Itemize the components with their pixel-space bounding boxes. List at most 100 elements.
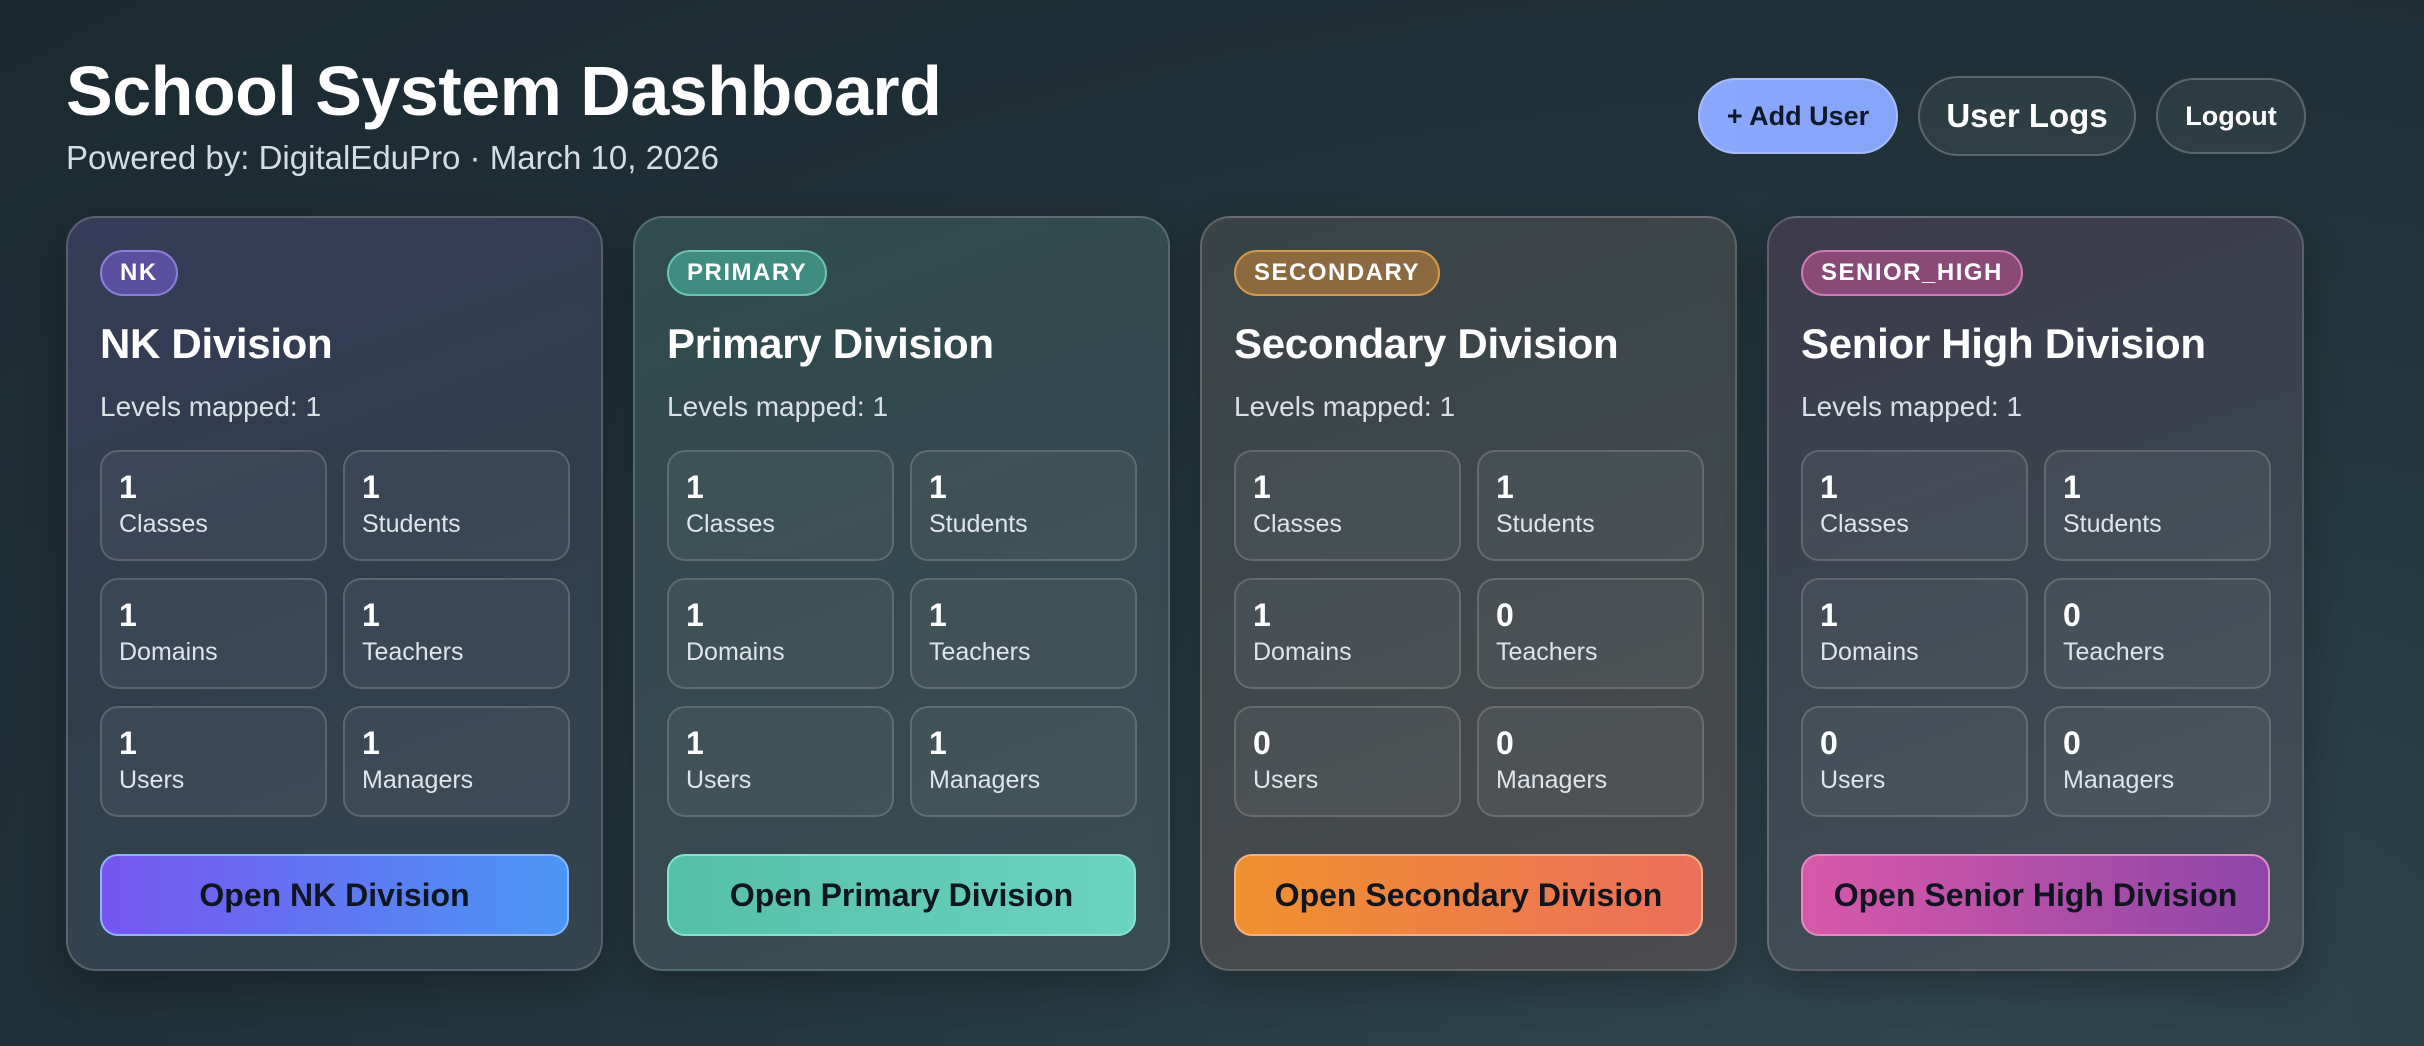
logout-button[interactable]: Logout — [2156, 78, 2306, 154]
stat-label: Managers — [929, 766, 1041, 794]
stat-value: 0 — [1496, 597, 1514, 633]
open-secondary-division-button[interactable]: Open Secondary Division — [1234, 854, 1703, 936]
header-actions: + Add User User Logs Logout — [1698, 76, 2306, 156]
levels-mapped: Levels mapped: 1 — [1801, 391, 2023, 422]
stat-label: Classes — [686, 510, 775, 538]
division-title: Primary Division — [667, 320, 994, 367]
stat-value: 1 — [686, 725, 704, 761]
stat-classes: 1 Classes — [100, 450, 327, 561]
stat-label: Classes — [1820, 510, 1909, 538]
division-cards: NK NK Division Levels mapped: 1 1 Classe… — [66, 216, 2304, 971]
stat-value: 1 — [929, 469, 947, 505]
stat-label: Teachers — [1496, 638, 1598, 666]
division-badge: NK — [100, 250, 178, 296]
division-title: NK Division — [100, 320, 333, 367]
levels-mapped: Levels mapped: 1 — [1234, 391, 1456, 422]
stat-managers: 0 Managers — [2044, 706, 2271, 817]
user-logs-button[interactable]: User Logs — [1918, 76, 2136, 156]
stats-grid: 1 Classes 1 Students 1 Domains 1 Teacher… — [667, 450, 1137, 817]
stat-label: Domains — [686, 638, 785, 666]
stat-value: 1 — [929, 597, 947, 633]
division-card-secondary: SECONDARY Secondary Division Levels mapp… — [1200, 216, 1737, 971]
stat-label: Domains — [1253, 638, 1352, 666]
stat-classes: 1 Classes — [1801, 450, 2028, 561]
stat-label: Users — [1253, 766, 1319, 794]
stat-value: 1 — [119, 469, 137, 505]
stat-domains: 1 Domains — [1801, 578, 2028, 689]
stats-grid: 1 Classes 1 Students 1 Domains 0 Teacher… — [1801, 450, 2271, 817]
stat-value: 1 — [362, 725, 380, 761]
stat-label: Teachers — [2063, 638, 2165, 666]
stat-students: 1 Students — [343, 450, 570, 561]
stat-label: Students — [2063, 510, 2162, 538]
division-badge: PRIMARY — [667, 250, 828, 296]
stat-classes: 1 Classes — [1234, 450, 1461, 561]
stat-value: 1 — [362, 469, 380, 505]
stat-label: Managers — [2063, 766, 2175, 794]
stat-managers: 1 Managers — [910, 706, 1137, 817]
stat-label: Users — [1820, 766, 1886, 794]
stat-label: Users — [686, 766, 752, 794]
stat-domains: 1 Domains — [100, 578, 327, 689]
stats-grid: 1 Classes 1 Students 1 Domains 0 Teacher… — [1234, 450, 1704, 817]
stat-label: Domains — [119, 638, 218, 666]
division-title: Secondary Division — [1234, 320, 1619, 367]
division-badge: SENIOR_HIGH — [1801, 250, 2023, 296]
stat-value: 1 — [119, 725, 137, 761]
stat-label: Users — [119, 766, 185, 794]
levels-mapped: Levels mapped: 1 — [667, 391, 889, 422]
stat-label: Managers — [362, 766, 474, 794]
stat-value: 0 — [1496, 725, 1514, 761]
stat-value: 1 — [929, 725, 947, 761]
stat-classes: 1 Classes — [667, 450, 894, 561]
stat-managers: 0 Managers — [1477, 706, 1704, 817]
open-nk-division-button[interactable]: Open NK Division — [100, 854, 569, 936]
division-card-primary: PRIMARY Primary Division Levels mapped: … — [633, 216, 1170, 971]
stat-value: 0 — [2063, 725, 2081, 761]
stat-label: Domains — [1820, 638, 1919, 666]
stat-label: Teachers — [362, 638, 464, 666]
stat-teachers: 1 Teachers — [343, 578, 570, 689]
division-card-nk: NK NK Division Levels mapped: 1 1 Classe… — [66, 216, 603, 971]
stat-label: Students — [929, 510, 1028, 538]
page-title: School System Dashboard — [66, 52, 942, 130]
stat-label: Classes — [119, 510, 208, 538]
stat-value: 1 — [362, 597, 380, 633]
add-user-button[interactable]: + Add User — [1698, 78, 1898, 154]
stat-users: 0 Users — [1801, 706, 2028, 817]
open-senior-high-division-button[interactable]: Open Senior High Division — [1801, 854, 2270, 936]
stat-value: 1 — [2063, 469, 2081, 505]
stat-label: Teachers — [929, 638, 1031, 666]
stat-teachers: 1 Teachers — [910, 578, 1137, 689]
stat-label: Students — [1496, 510, 1595, 538]
stat-managers: 1 Managers — [343, 706, 570, 817]
stat-value: 1 — [1253, 597, 1271, 633]
stat-value: 0 — [1253, 725, 1271, 761]
stats-grid: 1 Classes 1 Students 1 Domains 1 Teacher… — [100, 450, 570, 817]
stat-label: Classes — [1253, 510, 1342, 538]
stat-users: 1 Users — [667, 706, 894, 817]
page-subtitle: Powered by: DigitalEduPro · March 10, 20… — [66, 139, 720, 176]
stat-value: 1 — [1820, 469, 1838, 505]
stat-teachers: 0 Teachers — [2044, 578, 2271, 689]
stat-label: Managers — [1496, 766, 1608, 794]
stat-teachers: 0 Teachers — [1477, 578, 1704, 689]
stat-value: 1 — [1496, 469, 1514, 505]
stat-value: 1 — [1820, 597, 1838, 633]
stat-students: 1 Students — [910, 450, 1137, 561]
open-primary-division-button[interactable]: Open Primary Division — [667, 854, 1136, 936]
stat-users: 0 Users — [1234, 706, 1461, 817]
stat-value: 0 — [1820, 725, 1838, 761]
page-header: School System Dashboard Powered by: Digi… — [66, 50, 942, 178]
stat-domains: 1 Domains — [1234, 578, 1461, 689]
stat-domains: 1 Domains — [667, 578, 894, 689]
stat-value: 1 — [119, 597, 137, 633]
stat-value: 1 — [1253, 469, 1271, 505]
stat-value: 1 — [686, 597, 704, 633]
stat-value: 0 — [2063, 597, 2081, 633]
stat-students: 1 Students — [2044, 450, 2271, 561]
stat-users: 1 Users — [100, 706, 327, 817]
division-badge: SECONDARY — [1234, 250, 1440, 296]
stat-value: 1 — [686, 469, 704, 505]
stat-label: Students — [362, 510, 461, 538]
